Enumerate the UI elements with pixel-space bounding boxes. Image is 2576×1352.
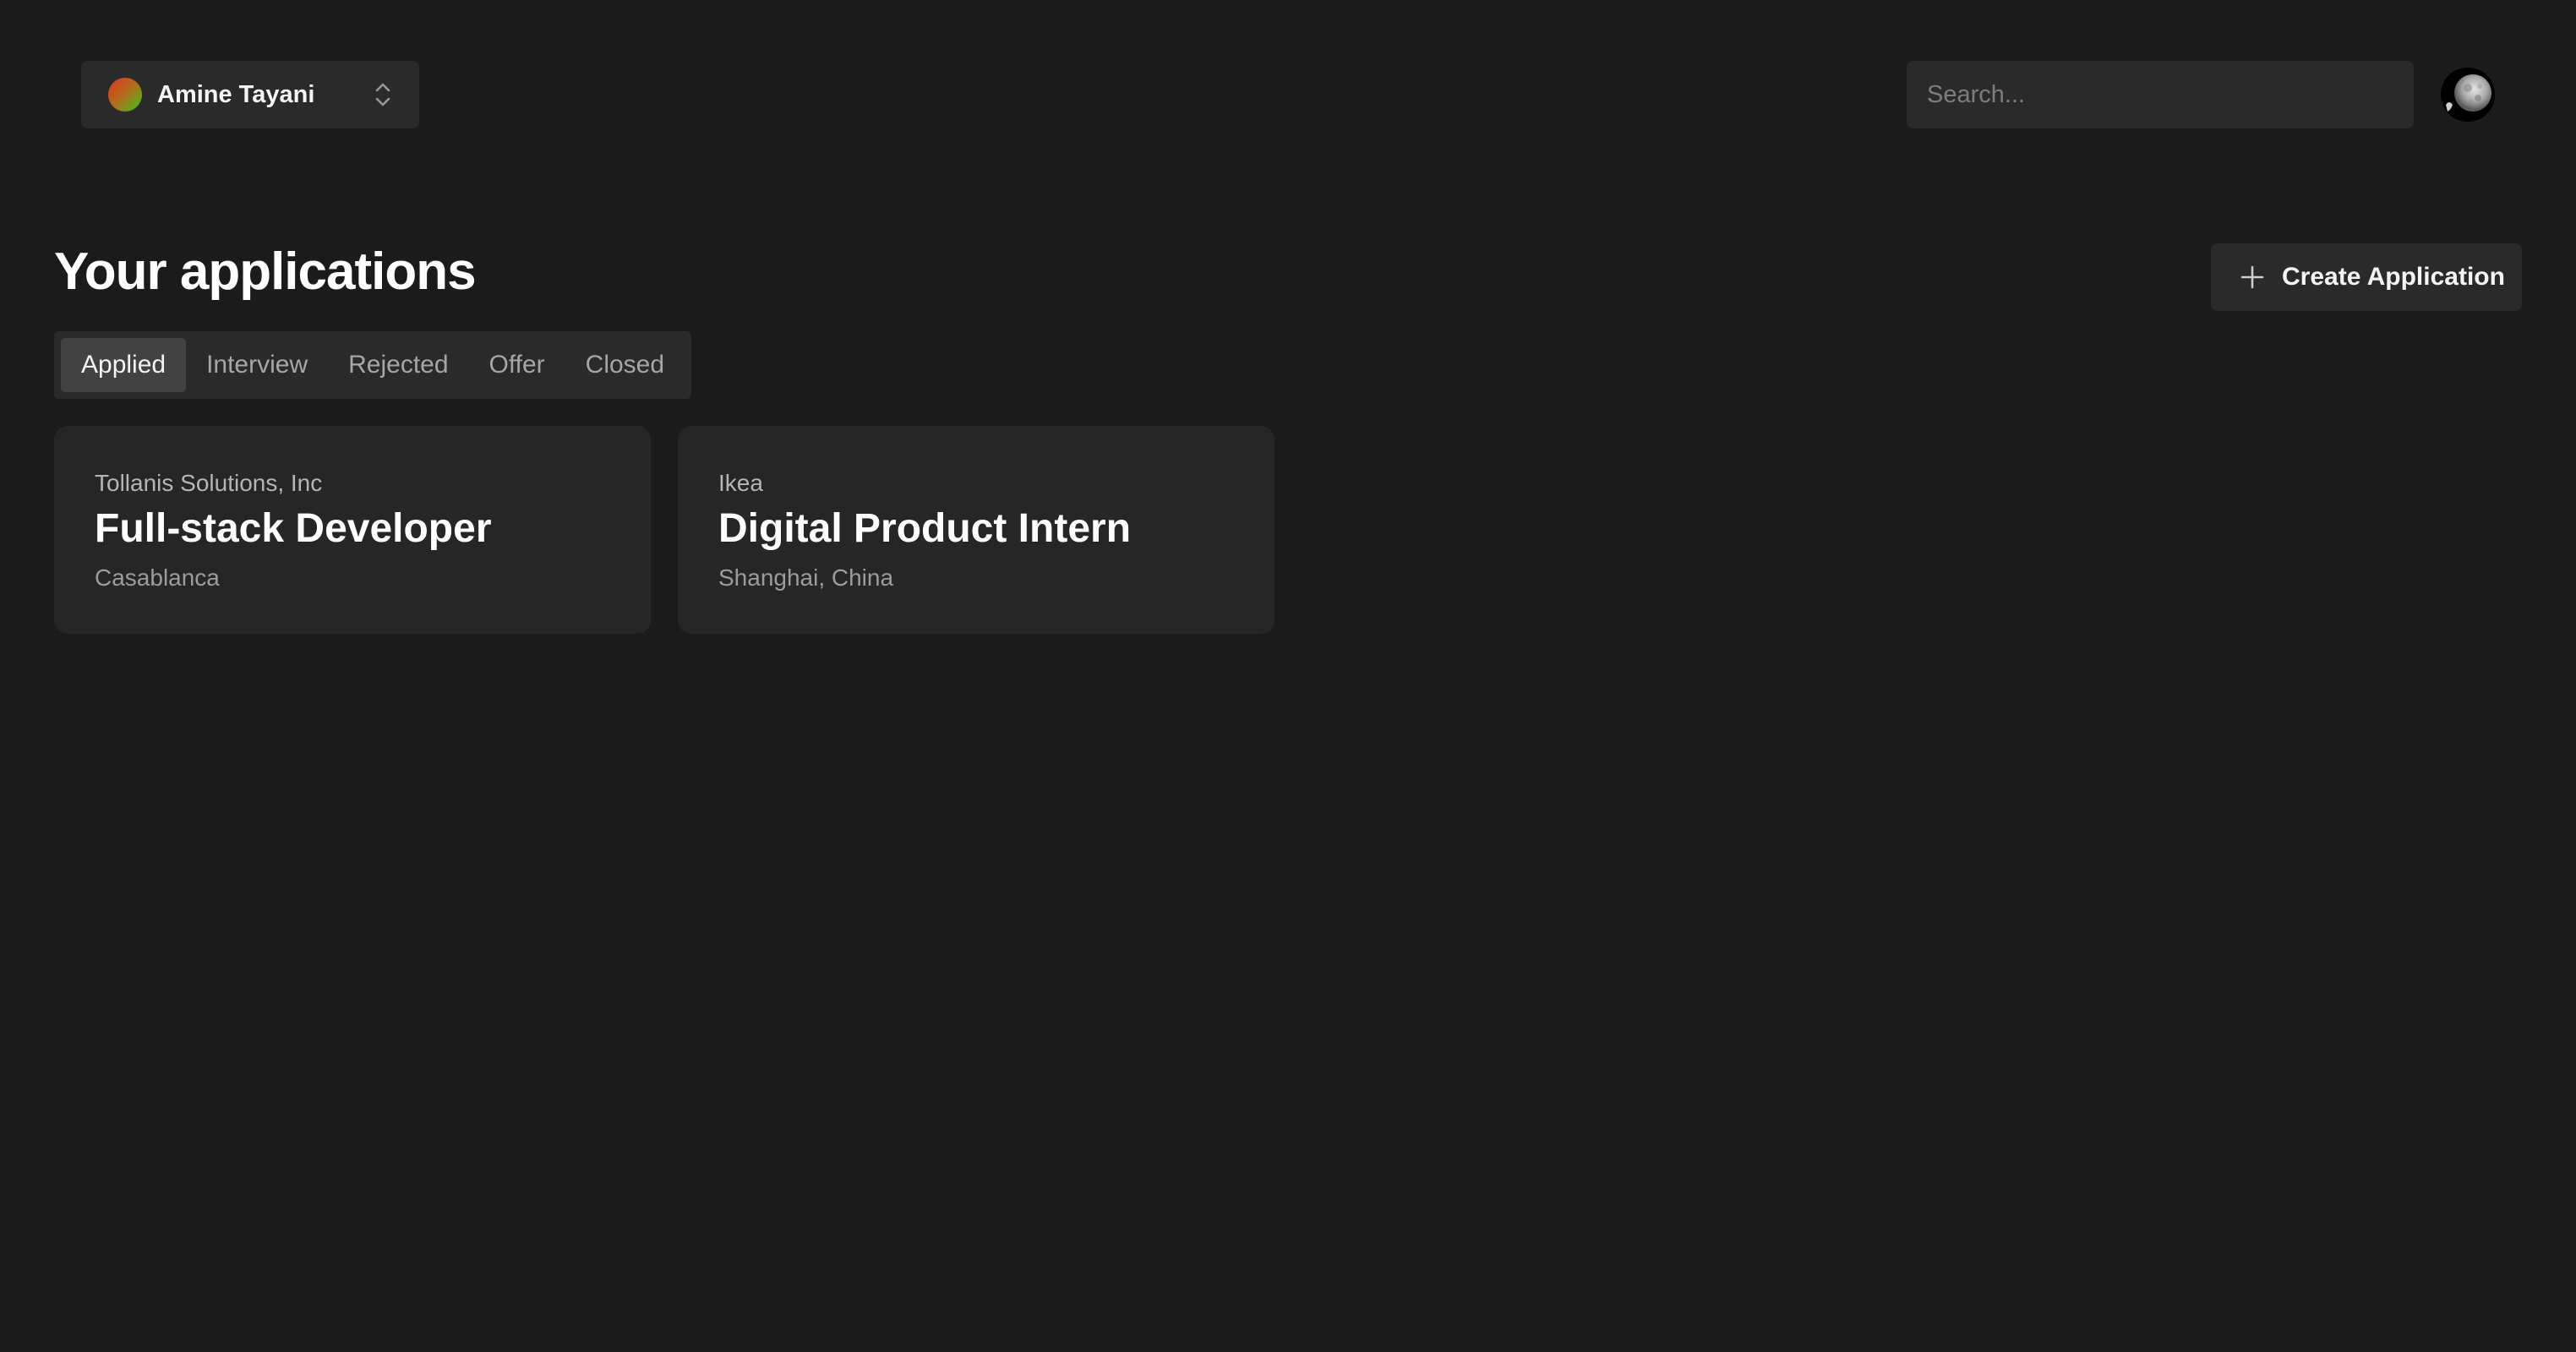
account-switcher[interactable]: Amine Tayani	[81, 61, 419, 128]
create-application-label: Create Application	[2282, 263, 2505, 291]
moon-avatar-icon	[2441, 68, 2495, 122]
tab-rejected[interactable]: Rejected	[328, 338, 468, 392]
card-location: Casablanca	[95, 564, 220, 591]
card-company: Ikea	[718, 470, 763, 496]
card-company: Tollanis Solutions, Inc	[95, 470, 323, 496]
card-position: Full-stack Developer	[95, 506, 492, 551]
tab-offer[interactable]: Offer	[469, 338, 565, 392]
tab-applied[interactable]: Applied	[61, 338, 187, 392]
account-gradient-icon	[108, 78, 142, 112]
create-application-button[interactable]: Create Application	[2211, 243, 2522, 311]
chevron-up-down-icon	[375, 83, 390, 106]
card-position: Digital Product Intern	[718, 506, 1132, 551]
account-name: Amine Tayani	[157, 80, 315, 108]
tab-interview[interactable]: Interview	[186, 338, 328, 392]
status-tabs: Applied Interview Rejected Offer Closed	[54, 331, 691, 399]
tab-closed[interactable]: Closed	[565, 338, 685, 392]
avatar[interactable]	[2441, 68, 2495, 122]
application-card[interactable]: Ikea Digital Product Intern Shanghai, Ch…	[678, 426, 1274, 634]
card-location: Shanghai, China	[718, 564, 894, 591]
search-input[interactable]	[1907, 61, 2414, 128]
page-title: Your applications	[54, 243, 477, 301]
plus-icon	[2240, 265, 2264, 289]
application-card[interactable]: Tollanis Solutions, Inc Full-stack Devel…	[54, 426, 651, 634]
